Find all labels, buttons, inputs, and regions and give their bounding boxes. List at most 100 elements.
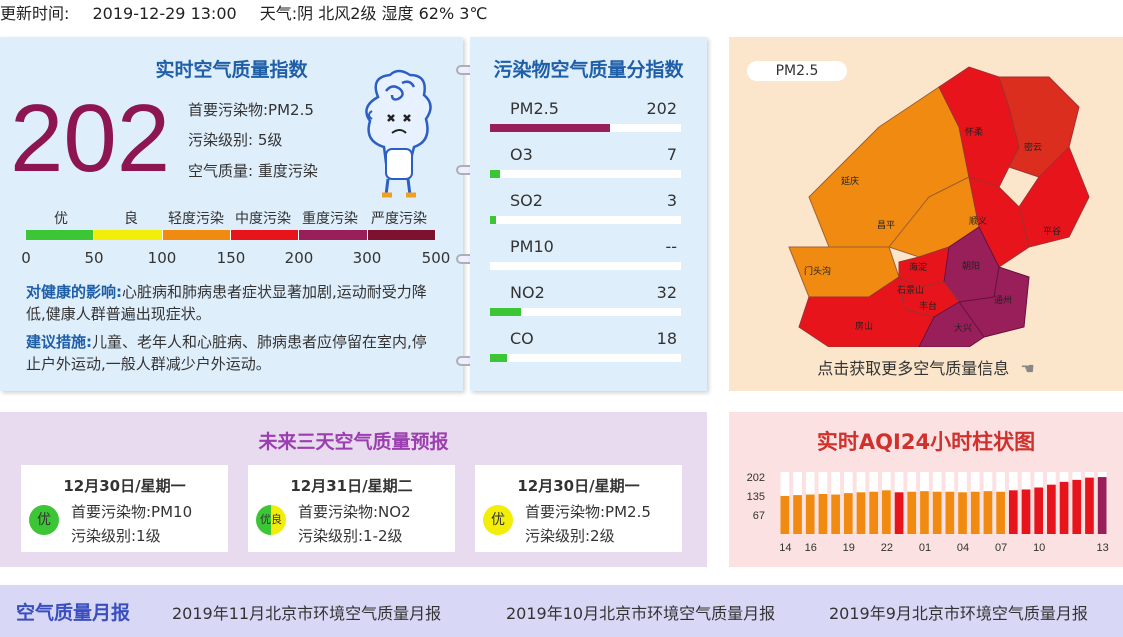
pollutant-bar-track	[490, 124, 681, 132]
forecast-quality-badge: 优	[29, 505, 59, 535]
aqi-24h-chart: 202 135 67 14 16 19 22 01 04 07 10 13	[747, 472, 1109, 554]
beijing-map[interactable]: 延庆 怀柔密云昌平 顺义平谷门头沟 海淀 朝阳石景山通州丰台房山 大兴	[769, 47, 1099, 347]
pollutant-name: PM10	[510, 237, 554, 256]
chart-bar	[1008, 490, 1018, 534]
pollutant-value: 32	[656, 283, 677, 302]
pollutant-bar-track	[490, 354, 681, 362]
chart-x-tick: 04	[957, 542, 969, 554]
chart-bar	[869, 491, 879, 534]
pollutant-bar-track	[490, 308, 681, 316]
pollutant-name: CO	[510, 329, 534, 348]
monthly-report-link-sep[interactable]: 2019年9月北京市环境空气质量月报	[829, 600, 1088, 624]
chart-y-tick: 135	[747, 491, 765, 503]
forecast-quality-badge: 优良	[256, 505, 286, 535]
more-info-link[interactable]: 点击获取更多空气质量信息 ☚	[729, 355, 1123, 379]
aqi-value: 202	[10, 85, 171, 192]
map-district-label: 海淀	[909, 261, 927, 272]
chart-bar	[831, 494, 840, 534]
map-district-label: 顺义	[969, 216, 987, 226]
chart-bar	[945, 491, 955, 534]
map-district-label: 大兴	[954, 322, 972, 333]
pollutant-name: O3	[510, 145, 533, 164]
chart-bar	[1072, 479, 1082, 534]
scale-segment	[162, 230, 231, 240]
chart-bar	[983, 491, 993, 534]
forecast-primary-pollutant: 首要污染物:NO2	[298, 503, 411, 521]
primary-pollutant: 首要污染物:PM2.5	[188, 101, 314, 119]
chart-bar	[907, 491, 917, 534]
forecast-primary-pollutant: 首要污染物:PM2.5	[525, 503, 651, 521]
chart-x-tick: 07	[995, 542, 1007, 554]
chart-x-tick: 10	[1033, 542, 1045, 554]
scale-segment	[367, 230, 436, 240]
scale-label: 良	[124, 211, 138, 227]
chart-x-tick: 13	[1097, 542, 1109, 554]
weather-info: 天气:阴 北风2级 湿度 62% 3℃	[259, 4, 488, 23]
chart-bar	[970, 491, 980, 534]
advice-label: 建议措施:	[26, 333, 92, 351]
pollutant-value: 7	[666, 145, 677, 164]
pollutant-bar-fill	[490, 170, 500, 178]
chart-bar	[1085, 477, 1094, 534]
chart-y-tick: 202	[747, 472, 765, 484]
pollutant-title: 污染物空气质量分指数	[493, 59, 684, 81]
chart-bar	[882, 490, 891, 534]
chart-x-tick: 19	[843, 542, 855, 554]
forecast-date: 12月31日/星期二	[290, 477, 413, 495]
monthly-report-link-oct[interactable]: 2019年10月北京市环境空气质量月报	[506, 600, 775, 624]
pollutant-index-panel: 污染物空气质量分指数 PM2.5 202 O3 7 SO2 3 PM10 -- NO2 32 CO 1…	[470, 37, 707, 391]
forecast-title: 未来三天空气质量预报	[258, 431, 449, 453]
monthly-report-link-nov[interactable]: 2019年11月北京市环境空气质量月报	[172, 600, 441, 624]
pollutant-bar-fill	[490, 124, 611, 132]
map-district-label: 朝阳	[962, 261, 980, 271]
forecast-pollution-level: 污染级别:2级	[525, 527, 615, 545]
forecast-date: 12月30日/星期一	[517, 477, 640, 495]
aqi-scale-bar	[26, 230, 436, 240]
health-impact: 对健康的影响:心脏病和肺病患者症状显著加剧,运动耐受力降低,健康人群普遍出现症状…	[26, 281, 436, 325]
pointer-hand-icon: ☚	[1020, 359, 1035, 378]
chart-bar	[1034, 487, 1044, 534]
air-quality-label: 空气质量: 重度污染	[188, 162, 318, 180]
chart-bar	[818, 493, 828, 534]
map-district-label: 石景山	[897, 285, 924, 295]
scale-label: 严度污染	[371, 211, 427, 227]
chart-x-tick: 22	[881, 542, 893, 554]
pm25-map-panel[interactable]: PM2.5 延庆 怀柔 密云 昌平 顺义 平谷 门头沟 海淀 朝阳 石景山 通州 丰台 房山 大兴 点击获…	[729, 37, 1123, 391]
forecast-quality-badge: 优	[483, 505, 513, 535]
pollutant-bar-track	[490, 262, 681, 270]
chart-bar	[805, 494, 815, 534]
map-district-label: 延庆	[841, 175, 859, 186]
forecast-day-card: 12月30日/星期一优首要污染物:PM2.5 污染级别:2级	[475, 465, 682, 552]
chart-bar	[780, 495, 790, 534]
scale-segment	[26, 230, 95, 240]
scale-number: 500	[421, 249, 451, 267]
forecast-day-card: 12月30日/星期一优首要污染物:PM10 污染级别:1级	[21, 465, 228, 552]
map-district-label: 房山	[855, 320, 873, 331]
pollutant-name: NO2	[510, 283, 545, 302]
forecast-date: 12月30日/星期一	[63, 477, 186, 495]
pollutant-bar-fill	[490, 216, 496, 224]
map-district-label: 通州	[994, 295, 1012, 305]
chart-bar	[920, 491, 929, 534]
pollutant-name: SO2	[510, 191, 543, 210]
health-label: 对健康的影响:	[26, 283, 122, 301]
chart-bar	[1021, 489, 1031, 534]
chart-bar	[843, 493, 853, 534]
scale-number: 150	[216, 249, 246, 267]
scale-label: 重度污染	[302, 211, 358, 227]
forecast-pollution-level: 污染级别:1级	[71, 527, 161, 545]
scale-segment	[230, 230, 300, 240]
chart-title: 实时AQI24小时柱状图	[816, 430, 1036, 454]
more-info-text[interactable]: 点击获取更多空气质量信息	[817, 359, 1009, 378]
chart-bar	[856, 492, 866, 534]
chart-bar	[1059, 481, 1069, 534]
map-district-label: 昌平	[877, 220, 895, 230]
chart-bar	[932, 491, 942, 534]
scale-label: 优	[54, 211, 68, 227]
chart-bar	[996, 491, 1005, 534]
map-district-label: 门头沟	[804, 265, 831, 276]
chart-bar	[793, 495, 802, 534]
forecast-primary-pollutant: 首要污染物:PM10	[71, 503, 193, 521]
map-district-label: 平谷	[1043, 226, 1061, 236]
chart-bar	[958, 492, 967, 534]
